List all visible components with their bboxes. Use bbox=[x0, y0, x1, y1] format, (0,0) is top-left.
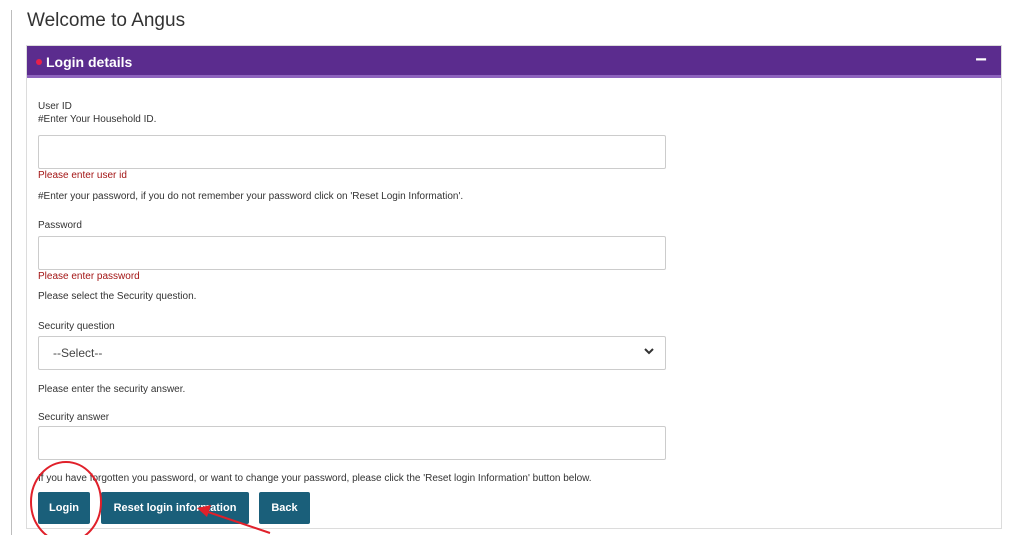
login-details-panel: Login details − User ID #Enter Your Hous… bbox=[26, 45, 1002, 529]
password-hint: #Enter your password, if you do not reme… bbox=[38, 191, 464, 202]
password-error: Please enter password bbox=[38, 271, 140, 282]
user-id-label: User ID bbox=[38, 101, 72, 112]
page-title: Welcome to Angus bbox=[27, 10, 186, 31]
collapse-button[interactable]: − bbox=[973, 50, 989, 70]
security-question-selected: --Select-- bbox=[53, 346, 103, 360]
left-divider bbox=[11, 10, 12, 535]
reset-login-button[interactable]: Reset login information bbox=[101, 492, 249, 524]
security-question-select[interactable]: --Select-- bbox=[38, 336, 666, 370]
security-answer-label: Security answer bbox=[38, 412, 110, 423]
chevron-down-icon bbox=[644, 348, 654, 355]
password-input[interactable] bbox=[38, 236, 666, 270]
user-id-input[interactable] bbox=[38, 135, 666, 169]
reset-note: If you have forgotten you password, or w… bbox=[38, 473, 592, 484]
back-button[interactable]: Back bbox=[259, 492, 310, 524]
security-question-hint: Please select the Security question. bbox=[38, 291, 197, 302]
required-dot-icon bbox=[36, 59, 42, 65]
panel-header[interactable]: Login details − bbox=[27, 46, 1001, 78]
security-answer-hint: Please enter the security answer. bbox=[38, 384, 186, 395]
login-button[interactable]: Login bbox=[38, 492, 90, 524]
user-id-hint: #Enter Your Household ID. bbox=[38, 114, 157, 125]
password-label: Password bbox=[38, 220, 82, 231]
security-answer-input[interactable] bbox=[38, 426, 666, 460]
security-question-label: Security question bbox=[38, 321, 115, 332]
panel-title: Login details bbox=[46, 54, 133, 70]
user-id-error: Please enter user id bbox=[38, 170, 127, 181]
